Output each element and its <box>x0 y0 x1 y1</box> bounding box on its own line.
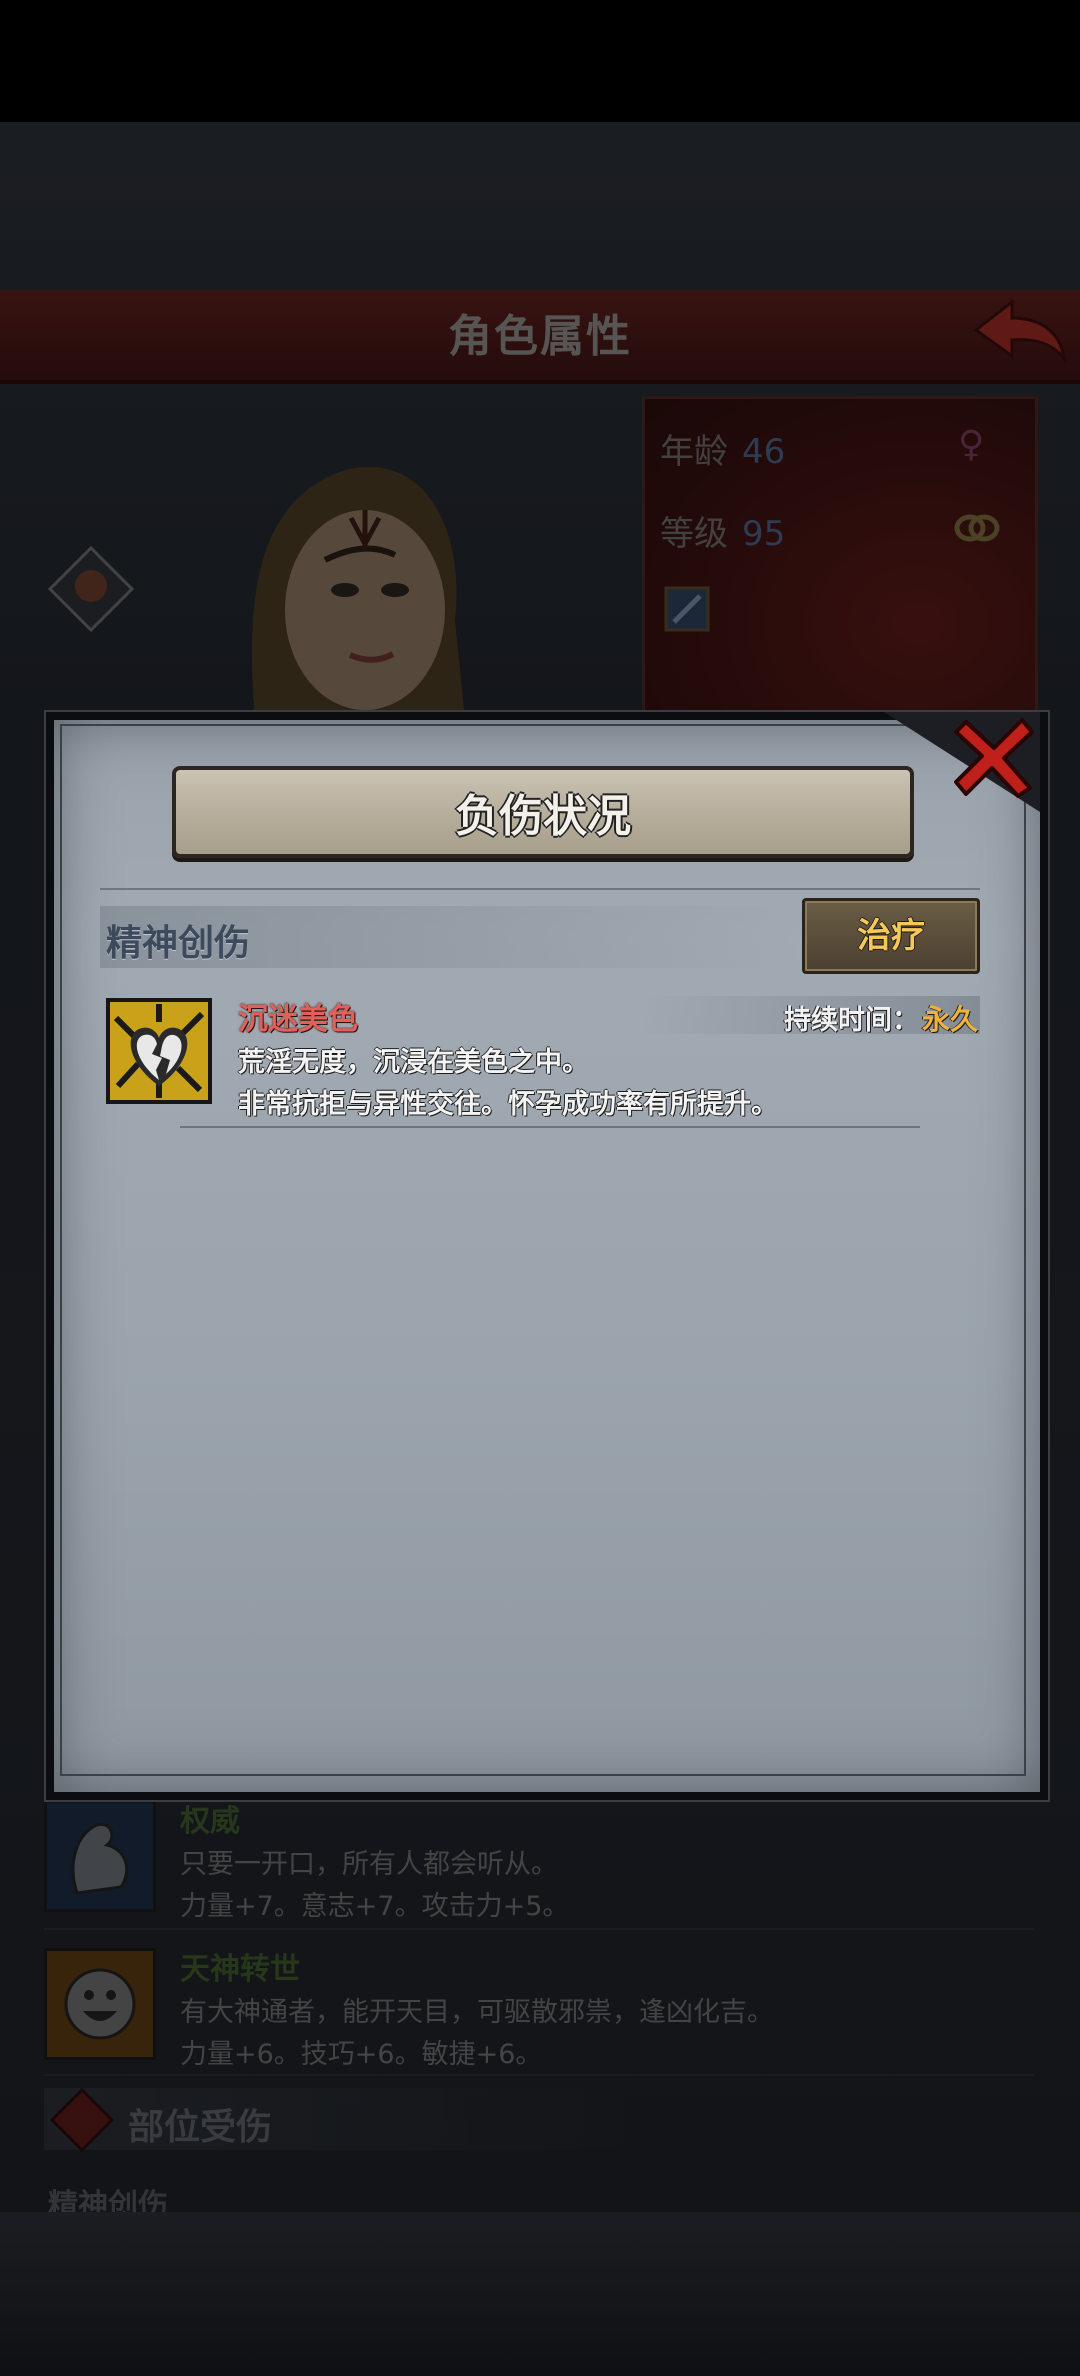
divider <box>100 888 980 890</box>
injury-effect: 非常抗拒与异性交往。怀孕成功率有所提升。 <box>238 1089 778 1120</box>
broken-heart-icon <box>106 998 212 1104</box>
treat-button[interactable]: 治疗 <box>802 898 980 974</box>
injury-name: 沉迷美色 <box>238 1002 358 1037</box>
duration-value: 永久 <box>922 1003 979 1036</box>
injury-desc: 荒淫无度，沉浸在美色之中。 <box>238 1047 589 1078</box>
dialog-title: 负伤状况 <box>455 791 631 842</box>
divider <box>180 1126 920 1128</box>
status-bar-area <box>0 0 1080 122</box>
nav-bar-area <box>0 2212 1080 2376</box>
close-icon[interactable] <box>950 712 1038 800</box>
injury-dialog <box>46 712 1048 1800</box>
section-title: 精神创伤 <box>106 923 251 964</box>
duration-label: 持续时间： <box>784 1005 919 1036</box>
